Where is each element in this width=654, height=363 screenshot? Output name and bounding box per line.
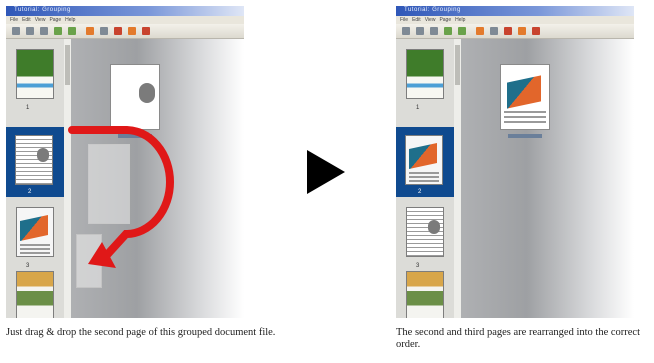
page-thumbnail-selected[interactable]: 2 bbox=[396, 127, 456, 197]
main-page-view bbox=[500, 64, 550, 130]
next-step-icon bbox=[307, 150, 345, 194]
menu-bar: File Edit View Page Help bbox=[396, 16, 634, 24]
page-preview bbox=[406, 49, 444, 99]
toolbar-button-icon[interactable] bbox=[518, 27, 526, 35]
page-thumbnail[interactable]: 4 bbox=[400, 267, 448, 318]
window-title: Tutorial: Grouping bbox=[404, 7, 461, 13]
page-number: 1 bbox=[416, 105, 420, 111]
page-caption-bar bbox=[508, 134, 542, 138]
menu-page[interactable]: Page bbox=[439, 17, 451, 23]
caption-after: The second and third pages are rearrange… bbox=[396, 327, 641, 350]
toolbar-button-icon[interactable] bbox=[458, 27, 466, 35]
page-thumbnail[interactable]: 3 bbox=[400, 203, 448, 269]
menu-file[interactable]: File bbox=[400, 17, 408, 23]
before-screenshot: Tutorial: Grouping File Edit View Page H… bbox=[6, 6, 244, 318]
drag-arrow-icon bbox=[68, 126, 174, 268]
after-screenshot: Tutorial: Grouping File Edit View Page H… bbox=[396, 6, 634, 318]
toolbar-button-icon[interactable] bbox=[430, 27, 438, 35]
toolbar-button-icon[interactable] bbox=[504, 27, 512, 35]
menu-help[interactable]: Help bbox=[455, 17, 465, 23]
title-bar: Tutorial: Grouping bbox=[396, 6, 634, 16]
sidebar-scrollbar[interactable] bbox=[454, 39, 461, 318]
page-thumbnail[interactable]: 1 bbox=[400, 45, 448, 111]
toolbar-button-icon[interactable] bbox=[490, 27, 498, 35]
page-preview bbox=[406, 271, 444, 318]
toolbar-button-icon[interactable] bbox=[402, 27, 410, 35]
menu-edit[interactable]: Edit bbox=[412, 17, 421, 23]
toolbar-button-icon[interactable] bbox=[476, 27, 484, 35]
menu-view[interactable]: View bbox=[425, 17, 436, 23]
toolbar bbox=[396, 24, 634, 39]
page-preview bbox=[406, 207, 444, 257]
toolbar-button-icon[interactable] bbox=[416, 27, 424, 35]
toolbar-button-icon[interactable] bbox=[532, 27, 540, 35]
caption-before: Just drag & drop the second page of this… bbox=[6, 327, 276, 338]
thumbnail-sidebar: 1 2 3 4 bbox=[396, 39, 456, 318]
toolbar-button-icon[interactable] bbox=[444, 27, 452, 35]
page-preview bbox=[405, 135, 443, 185]
page-number: 2 bbox=[418, 189, 422, 195]
